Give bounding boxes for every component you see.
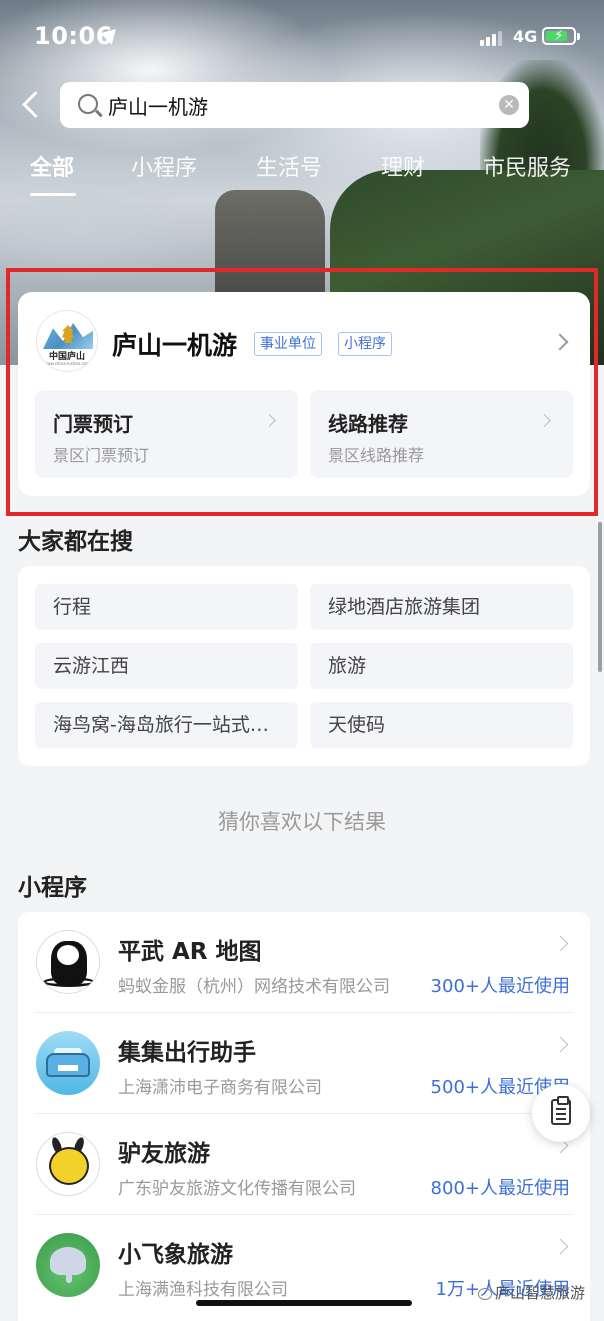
search-bar[interactable]: ✕: [60, 82, 529, 128]
tab-mini-programs[interactable]: 小程序: [131, 150, 197, 182]
clipboard-edit-icon: [551, 1096, 571, 1125]
tab-all[interactable]: 全部: [30, 150, 74, 182]
car-icon: [36, 1031, 100, 1095]
red-highlight-box: [6, 268, 598, 516]
search-input[interactable]: [108, 90, 488, 120]
guess-you-like-text: 猜你喜欢以下结果: [218, 810, 386, 834]
mini-program-users: 300+人最近使用: [430, 976, 570, 997]
mini-program-item[interactable]: 驴友旅游 广东驴友旅游文化传播有限公司 800+人最近使用: [18, 1114, 590, 1215]
mini-program-item[interactable]: 平武 AR 地图 蚂蚁金服（杭州）网络技术有限公司 300+人最近使用: [18, 912, 590, 1013]
hot-search-card: 行程 绿地酒店旅游集团 云游江西 旅游 海鸟窝-海岛旅行一站式服务 天使码: [18, 566, 590, 766]
mini-program-name: 集集出行助手: [118, 1040, 256, 1066]
mini-program-name: 小飞象旅游: [118, 1242, 233, 1268]
hot-search-item[interactable]: 天使码: [310, 702, 573, 748]
chevron-right-icon: [552, 935, 569, 952]
status-time: 10:06: [34, 22, 113, 50]
back-button[interactable]: [18, 90, 46, 120]
watermark-text: 庐山智慧旅游: [495, 1284, 586, 1302]
mini-program-name: 驴友旅游: [118, 1141, 210, 1167]
status-bar: 10:06 4G ⚡: [0, 0, 604, 76]
clear-icon[interactable]: ✕: [499, 95, 519, 115]
signal-icon: [480, 30, 504, 46]
hot-search-item[interactable]: 云游江西: [35, 643, 298, 689]
search-icon: [78, 94, 98, 114]
mini-program-list: 平武 AR 地图 蚂蚁金服（杭州）网络技术有限公司 300+人最近使用 集集出行…: [18, 912, 590, 1321]
hot-search-item[interactable]: 海鸟窝-海岛旅行一站式服务: [35, 702, 298, 748]
mini-program-item[interactable]: 集集出行助手 上海潇沛电子商务有限公司 500+人最近使用: [18, 1013, 590, 1114]
watermark: 庐山智慧旅游: [478, 1282, 585, 1303]
active-tab-indicator: [30, 193, 76, 196]
tab-citizen-services[interactable]: 市民服务: [483, 150, 571, 182]
wechat-icon: [478, 1287, 492, 1300]
scrollbar[interactable]: [598, 522, 602, 672]
battery-icon: ⚡: [542, 27, 580, 45]
hot-search-item[interactable]: 旅游: [310, 643, 573, 689]
mini-programs-title: 小程序: [18, 875, 87, 901]
tab-finance[interactable]: 理财: [381, 150, 425, 182]
hot-search-title: 大家都在搜: [18, 529, 133, 555]
chevron-right-icon: [552, 1238, 569, 1255]
mini-program-company: 上海满渔科技有限公司: [118, 1280, 288, 1300]
feedback-button[interactable]: [532, 1084, 590, 1142]
mini-program-company: 广东驴友旅游文化传播有限公司: [118, 1179, 356, 1199]
network-type: 4G: [513, 27, 538, 46]
mini-program-company: 蚂蚁金服（杭州）网络技术有限公司: [118, 977, 390, 997]
tab-life-accounts[interactable]: 生活号: [256, 150, 322, 182]
donkey-icon: [36, 1132, 100, 1196]
mini-program-name: 平武 AR 地图: [118, 939, 262, 965]
elephant-icon: [36, 1233, 100, 1297]
mini-program-company: 上海潇沛电子商务有限公司: [118, 1078, 322, 1098]
chevron-right-icon: [552, 1036, 569, 1053]
hot-search-item[interactable]: 行程: [35, 584, 298, 630]
home-indicator[interactable]: [196, 1300, 412, 1306]
hot-search-item[interactable]: 绿地酒店旅游集团: [310, 584, 573, 630]
mini-program-users: 800+人最近使用: [430, 1178, 570, 1199]
panda-icon: [36, 930, 100, 994]
search-tabs: 全部 小程序 生活号 理财 市民服务: [0, 150, 604, 200]
